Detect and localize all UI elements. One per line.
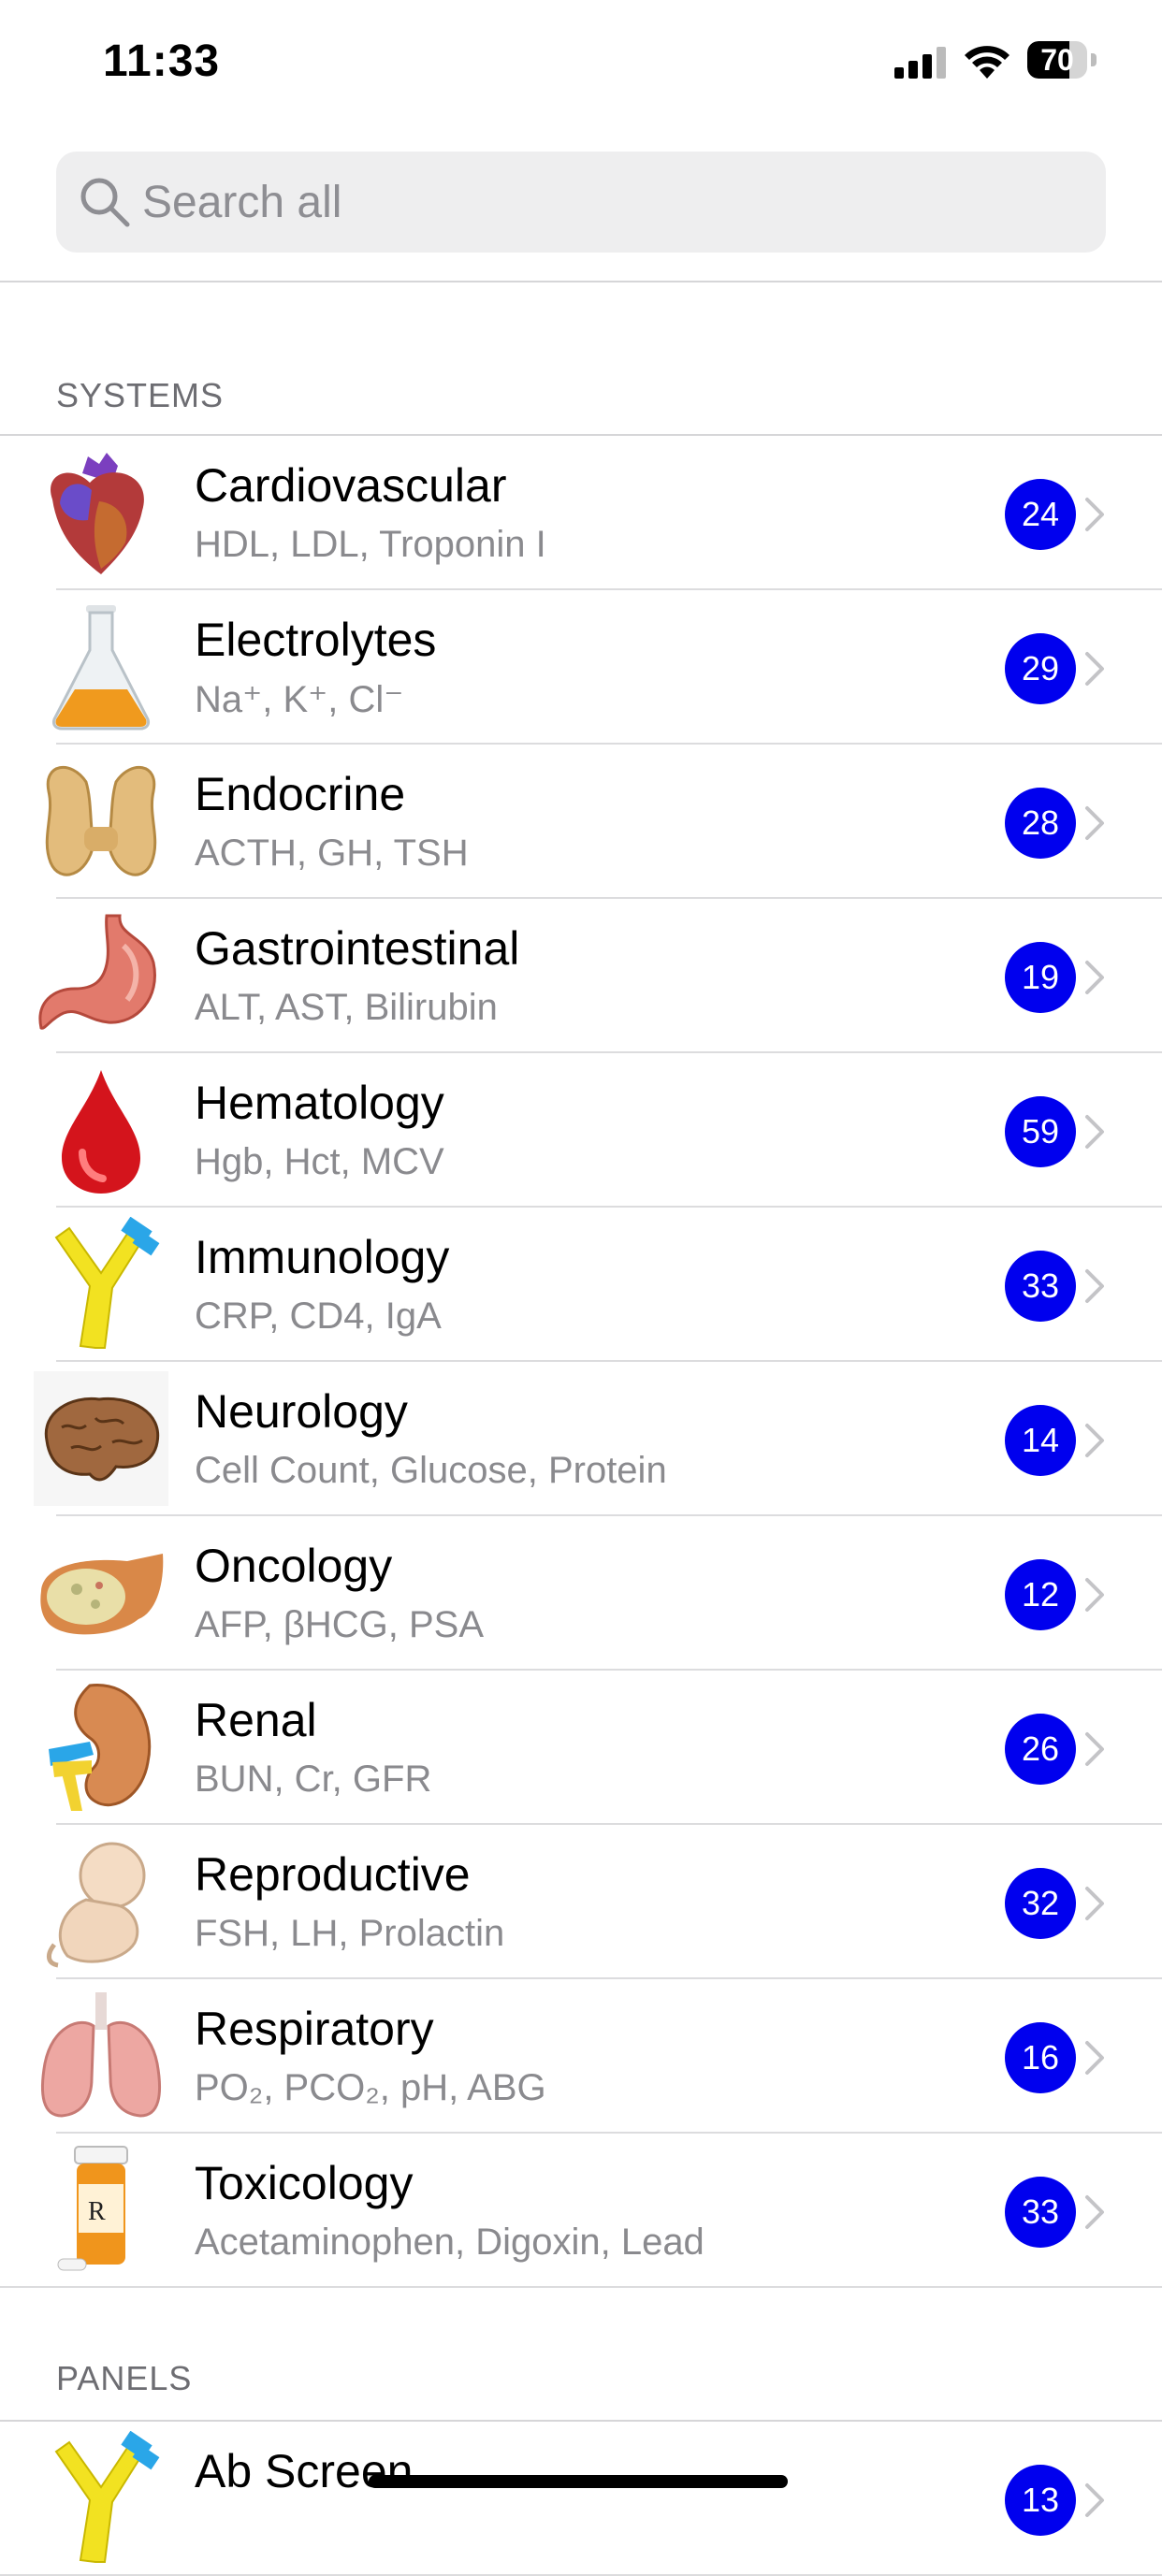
fetus-icon bbox=[34, 1834, 168, 1969]
count-badge: 24 bbox=[1005, 479, 1076, 550]
heart-icon bbox=[34, 445, 168, 580]
chevron-right-icon bbox=[1085, 1115, 1104, 1149]
blood-drop-icon bbox=[34, 1063, 168, 1197]
list-item-subtitle: Acetaminophen, Digoxin, Lead bbox=[195, 2221, 704, 2263]
count-badge: 12 bbox=[1005, 1559, 1076, 1630]
search-input[interactable] bbox=[142, 152, 1078, 253]
kidney-icon bbox=[34, 1680, 168, 1815]
flask-icon bbox=[34, 600, 168, 734]
section-header-panels: PANELS bbox=[56, 2359, 193, 2397]
list-item-subtitle: HDL, LDL, Troponin I bbox=[195, 524, 546, 565]
list-item-subtitle: ACTH, GH, TSH bbox=[195, 832, 469, 874]
list-item-subtitle: Na⁺, K⁺, Cl⁻ bbox=[195, 679, 404, 720]
list-item-title: Ab Screen bbox=[195, 2445, 414, 2497]
count-badge: 14 bbox=[1005, 1405, 1076, 1476]
chevron-right-icon bbox=[1085, 1578, 1104, 1612]
header-divider bbox=[0, 281, 1162, 282]
svg-text:R: R bbox=[88, 2197, 106, 2226]
thyroid-icon bbox=[34, 754, 168, 889]
pill-bottle-icon: R bbox=[34, 2143, 168, 2278]
list-item-electrolytes[interactable]: Electrolytes Na⁺, K⁺, Cl⁻ 29 bbox=[0, 590, 1162, 745]
row-divider bbox=[0, 2286, 1162, 2288]
count-badge: 16 bbox=[1005, 2022, 1076, 2093]
home-indicator bbox=[369, 2475, 788, 2488]
battery-level-text: 70 bbox=[1040, 43, 1074, 77]
wifi-icon bbox=[965, 46, 1009, 79]
chevron-right-icon bbox=[1085, 498, 1104, 531]
list-item-title: Renal bbox=[195, 1694, 317, 1746]
list-item-title: Toxicology bbox=[195, 2157, 414, 2209]
list-item-subtitle: Cell Count, Glucose, Protein bbox=[195, 1450, 667, 1491]
count-badge: 29 bbox=[1005, 633, 1076, 704]
chevron-right-icon bbox=[1085, 2041, 1104, 2075]
list-item-subtitle: AFP, βHCG, PSA bbox=[195, 1604, 485, 1645]
list-item-subtitle: Hgb, Hct, MCV bbox=[195, 1141, 444, 1182]
count-badge: 13 bbox=[1005, 2465, 1076, 2536]
list-item-subtitle: FSH, LH, Prolactin bbox=[195, 1913, 505, 1954]
list-item-gastrointestinal[interactable]: Gastrointestinal ALT, AST, Bilirubin 19 bbox=[0, 899, 1162, 1053]
status-bar: 11:33 70 bbox=[0, 0, 1162, 131]
chevron-right-icon bbox=[1085, 1887, 1104, 1920]
count-badge: 32 bbox=[1005, 1868, 1076, 1939]
list-item-title: Gastrointestinal bbox=[195, 922, 520, 975]
lungs-icon bbox=[34, 1989, 168, 2123]
list-item-title: Hematology bbox=[195, 1077, 444, 1129]
chevron-right-icon bbox=[1085, 1424, 1104, 1457]
chevron-right-icon bbox=[1085, 1732, 1104, 1766]
list-item-subtitle: PO₂, PCO₂, pH, ABG bbox=[195, 2067, 546, 2108]
battery-icon: 70 bbox=[1027, 41, 1098, 82]
antibody-icon bbox=[34, 2430, 168, 2566]
chevron-right-icon bbox=[1085, 652, 1104, 686]
list-item-title: Electrolytes bbox=[195, 614, 437, 666]
count-badge: 59 bbox=[1005, 1096, 1076, 1167]
stomach-icon bbox=[34, 908, 168, 1043]
list-item-title: Reproductive bbox=[195, 1848, 471, 1901]
list-item-cardiovascular[interactable]: Cardiovascular HDL, LDL, Troponin I 24 bbox=[0, 436, 1162, 590]
tumor-tissue-icon bbox=[34, 1526, 168, 1660]
list-item-reproductive[interactable]: Reproductive FSH, LH, Prolactin 32 bbox=[0, 1825, 1162, 1979]
magnifying-glass-icon bbox=[80, 178, 130, 227]
list-item-title: Cardiovascular bbox=[195, 459, 507, 512]
list-item-subtitle: CRP, CD4, IgA bbox=[195, 1295, 442, 1337]
status-time: 11:33 bbox=[103, 36, 221, 86]
chevron-right-icon bbox=[1085, 2195, 1104, 2229]
section-header-systems: SYSTEMS bbox=[56, 376, 225, 414]
chevron-right-icon bbox=[1085, 961, 1104, 994]
count-badge: 33 bbox=[1005, 2177, 1076, 2248]
list-item-oncology[interactable]: Oncology AFP, βHCG, PSA 12 bbox=[0, 1516, 1162, 1671]
count-badge: 28 bbox=[1005, 788, 1076, 859]
list-item-endocrine[interactable]: Endocrine ACTH, GH, TSH 28 bbox=[0, 745, 1162, 899]
list-item-title: Oncology bbox=[195, 1540, 393, 1592]
list-item-title: Immunology bbox=[195, 1231, 450, 1283]
list-item-ab-screen[interactable]: Ab Screen 13 bbox=[0, 2422, 1162, 2576]
cellular-signal-icon bbox=[894, 47, 946, 79]
chevron-right-icon bbox=[1085, 806, 1104, 840]
count-badge: 19 bbox=[1005, 942, 1076, 1013]
list-item-title: Respiratory bbox=[195, 2003, 434, 2055]
count-badge: 33 bbox=[1005, 1251, 1076, 1322]
list-item-title: Endocrine bbox=[195, 768, 406, 820]
list-item-immunology[interactable]: Immunology CRP, CD4, IgA 33 bbox=[0, 1208, 1162, 1362]
count-badge: 26 bbox=[1005, 1714, 1076, 1785]
list-item-respiratory[interactable]: Respiratory PO₂, PCO₂, pH, ABG 16 bbox=[0, 1979, 1162, 2134]
search-bar[interactable] bbox=[56, 152, 1106, 253]
brain-icon bbox=[34, 1371, 168, 1506]
list-item-subtitle: ALT, AST, Bilirubin bbox=[195, 987, 498, 1028]
list-item-subtitle: BUN, Cr, GFR bbox=[195, 1758, 432, 1800]
list-item-neurology[interactable]: Neurology Cell Count, Glucose, Protein 14 bbox=[0, 1362, 1162, 1516]
list-item-title: Neurology bbox=[195, 1385, 408, 1438]
list-item-renal[interactable]: Renal BUN, Cr, GFR 26 bbox=[0, 1671, 1162, 1825]
list-item-toxicology[interactable]: R Toxicology Acetaminophen, Digoxin, Lead 3… bbox=[0, 2134, 1162, 2288]
chevron-right-icon bbox=[1085, 1269, 1104, 1303]
antibody-icon bbox=[34, 1216, 168, 1352]
list-item-hematology[interactable]: Hematology Hgb, Hct, MCV 59 bbox=[0, 1053, 1162, 1208]
chevron-right-icon bbox=[1085, 2483, 1104, 2517]
